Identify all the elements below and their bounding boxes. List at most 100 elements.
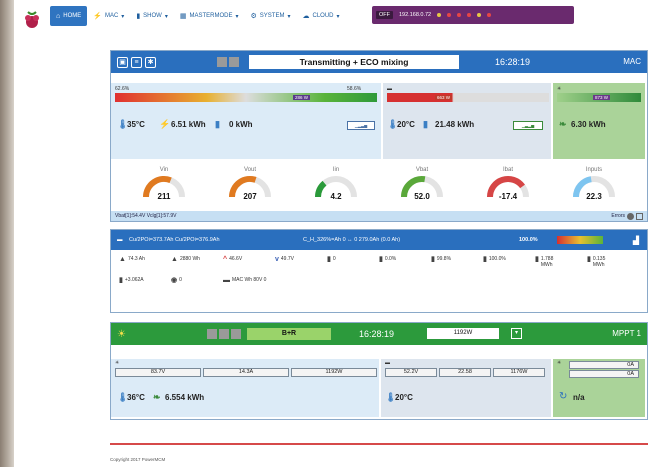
list-icon[interactable]: ≡ [131,56,142,68]
mppt-name[interactable]: MPPT 1 [612,329,641,338]
stat-value: 0 [333,256,336,269]
load-status: n/a [573,393,585,402]
power-off-button[interactable]: OFF [376,11,393,19]
stat-value: 0.0% [385,256,396,269]
inverter-header: ▣ ≡ ✱ Transmitting + ECO mixing 16:28:19… [111,51,647,73]
battery-temp-mppt: 20°C [395,393,413,402]
error-box-icon[interactable] [636,212,643,220]
bms-stat: ▲ 74.3 Ah [119,256,171,269]
stat-icon: ◉ [171,276,178,284]
battery-bar-value: 663 W [435,95,453,100]
gauge-5: Inputs 22.3 [566,167,622,207]
gauge-value: 4.2 [330,192,342,201]
copyright: Copyright 2017 PowerMCM [110,457,166,462]
pv-voltage: 83.7V [115,368,201,377]
battery-temperature: 20°C [397,120,415,129]
stat-line: 99.8% [436,256,452,262]
gauge-value: 211 [157,192,171,201]
bms-stat: ▮ 0 [327,256,379,269]
fan-icon[interactable]: ✱ [145,56,156,68]
energy-icon: ⚡ [159,119,171,129]
battery-cell: ▬ 663 W 🌡 20°C ▮ 21.48 kWh ▁▃▂▅ [383,83,553,159]
battery-management-panel: ▬ Cu/2POi=373.7Ah Cu/2POi=376.9Ah C_H_32… [110,229,648,313]
pv-energy-total: 6.554 kWh [165,393,205,402]
bms-stat: ▮ 0.0% [379,256,431,269]
nav-home[interactable]: ⌂ HOME [50,6,88,26]
grid-sparkline-button[interactable]: ▁▂▃▅ [347,121,375,130]
gauge-value: 52.0 [414,192,430,201]
stat-value: 2880 Wh [180,256,200,269]
battery-header-icon: ▬ [117,237,123,243]
battery-voltage-readout: Vbat[1]:54.4V Vclg[1]:57.9V [115,213,177,219]
grid-power-icon[interactable]: ▣ [117,56,128,68]
status-square [217,57,227,67]
bms-stat: ▮ 1.788 MWh [535,256,587,269]
header-time: 16:28:19 [495,57,531,67]
stat-icon: ▬ [223,276,230,284]
inverter-footer: Vbat[1]:54.4V Vclg[1]:57.9V Errors [111,211,647,221]
status-dot [437,13,442,17]
stat-line: 0 [179,276,182,283]
pv-input-cell: ✳ 83.7V 14.3A 1192W 🌡 36°C ❧ 6.554 kWh [111,359,381,417]
chart-icon[interactable]: ▟ [633,236,639,245]
nav-mac[interactable]: ⚡ MAC ▾ [87,6,130,26]
device-name[interactable]: MAC [623,57,641,66]
gauge-4: Ibat -17.4 [480,167,536,207]
stat-icon: ▲ [119,256,126,263]
grid-bar-value: 286 W [293,95,311,100]
gauge-row: Vin 211 Vout 207 Iin 4.2 Vbat 52.0 Ibat -17.4 Inpu… [111,167,647,207]
stat-value: 49.7V [281,256,294,269]
bms-stat: ▮ 0.135 MWh [587,256,639,269]
stat-line: MAC Wh 80V 0 [232,276,267,283]
stat-icon: v [275,256,279,263]
battery-sparkline-button[interactable]: ▁▃▂▅ [513,121,543,130]
nav-system[interactable]: ⚙ SYSTEM ▾ [245,6,297,26]
mppt-power: 1192W [427,328,499,339]
nav-show[interactable]: ▮ SHOW ▾ [130,6,174,26]
grid-bar-left-label: 62.6% [115,86,130,92]
stat-line: 0.0% [384,256,397,262]
stat-icon: ▮ [431,256,435,263]
status-dot [477,13,482,17]
chevron-down-icon: ▾ [336,13,340,20]
pv-current: 14.3A [203,368,289,377]
battery-power-bar [387,93,549,102]
grid-icon: ▦ [179,13,187,20]
mppt-time: 16:28:19 [359,329,395,339]
bms-stats-grid: ▲ 74.3 Ah ▲ 2880 Wh ^ 46.6V v 49.7V ▮ 0 ▮ 0.0% ▮ 99.8… [111,250,647,285]
battery-output-cell: ▬ 52.2V 22.58 1176W 🌡 20°C [381,359,553,417]
dropdown-toggle[interactable]: ▾ [511,328,522,339]
stat-icon: ▮ [535,256,539,263]
stat-line: 74.3 Ah [127,256,145,262]
stat-value: 1.788 MWh [541,256,554,269]
stat-line: 0 [332,256,336,262]
pv-energy: 6.30 kWh [571,120,606,129]
bms-header: ▬ Cu/2POi=373.7Ah Cu/2POi=376.9Ah C_H_32… [111,230,647,250]
status-square [229,57,239,67]
battery-icon: ▮ [423,119,428,129]
load-cell: ✳ 0A 0A ↻ n/a [553,359,645,417]
pv-cell: ✳ 873 W ❧ 6.30 kWh [553,83,645,159]
stat-line: +3.062A [124,276,144,283]
status-square [207,329,217,339]
raspberry-logo-icon[interactable] [22,8,42,32]
nav-mastermode[interactable]: ▦ MASTERMODE ▾ [174,6,245,26]
bms-stat: ▲ 2880 Wh [171,256,223,269]
bms-capacity-text: Cu/2POi=373.7Ah Cu/2POi=376.9Ah [129,237,220,243]
nav-cloud[interactable]: ☁ CLOUD ▾ [296,6,345,26]
error-info-icon[interactable] [627,212,634,220]
stat-value: 100.0% [489,256,506,269]
stat-icon: ^ [223,256,228,263]
battery-current: 22.58 [439,368,491,377]
pv-bar-value: 873 W [593,95,611,100]
stat-line: 46.6V [229,256,243,262]
mppt-panel: ☀ B+R 16:28:19 1192W ▾ MPPT 1 ✳ 83.7V 14… [110,322,648,420]
bms-charge-text: C_H_326%=Ah 0 ↔ 0 279.0Ah (0.0 Ah) [303,237,401,243]
power-status-bar: OFF 192.168.0.72 [372,6,574,24]
gauge-1: Vout 207 [222,167,278,207]
home-icon: ⌂ [56,12,61,20]
sun-icon: ✳ [557,86,562,92]
battery-energy: 21.48 kWh [435,120,475,129]
errors-label: Errors [611,213,625,219]
stat-line: 49.7V [280,256,294,262]
